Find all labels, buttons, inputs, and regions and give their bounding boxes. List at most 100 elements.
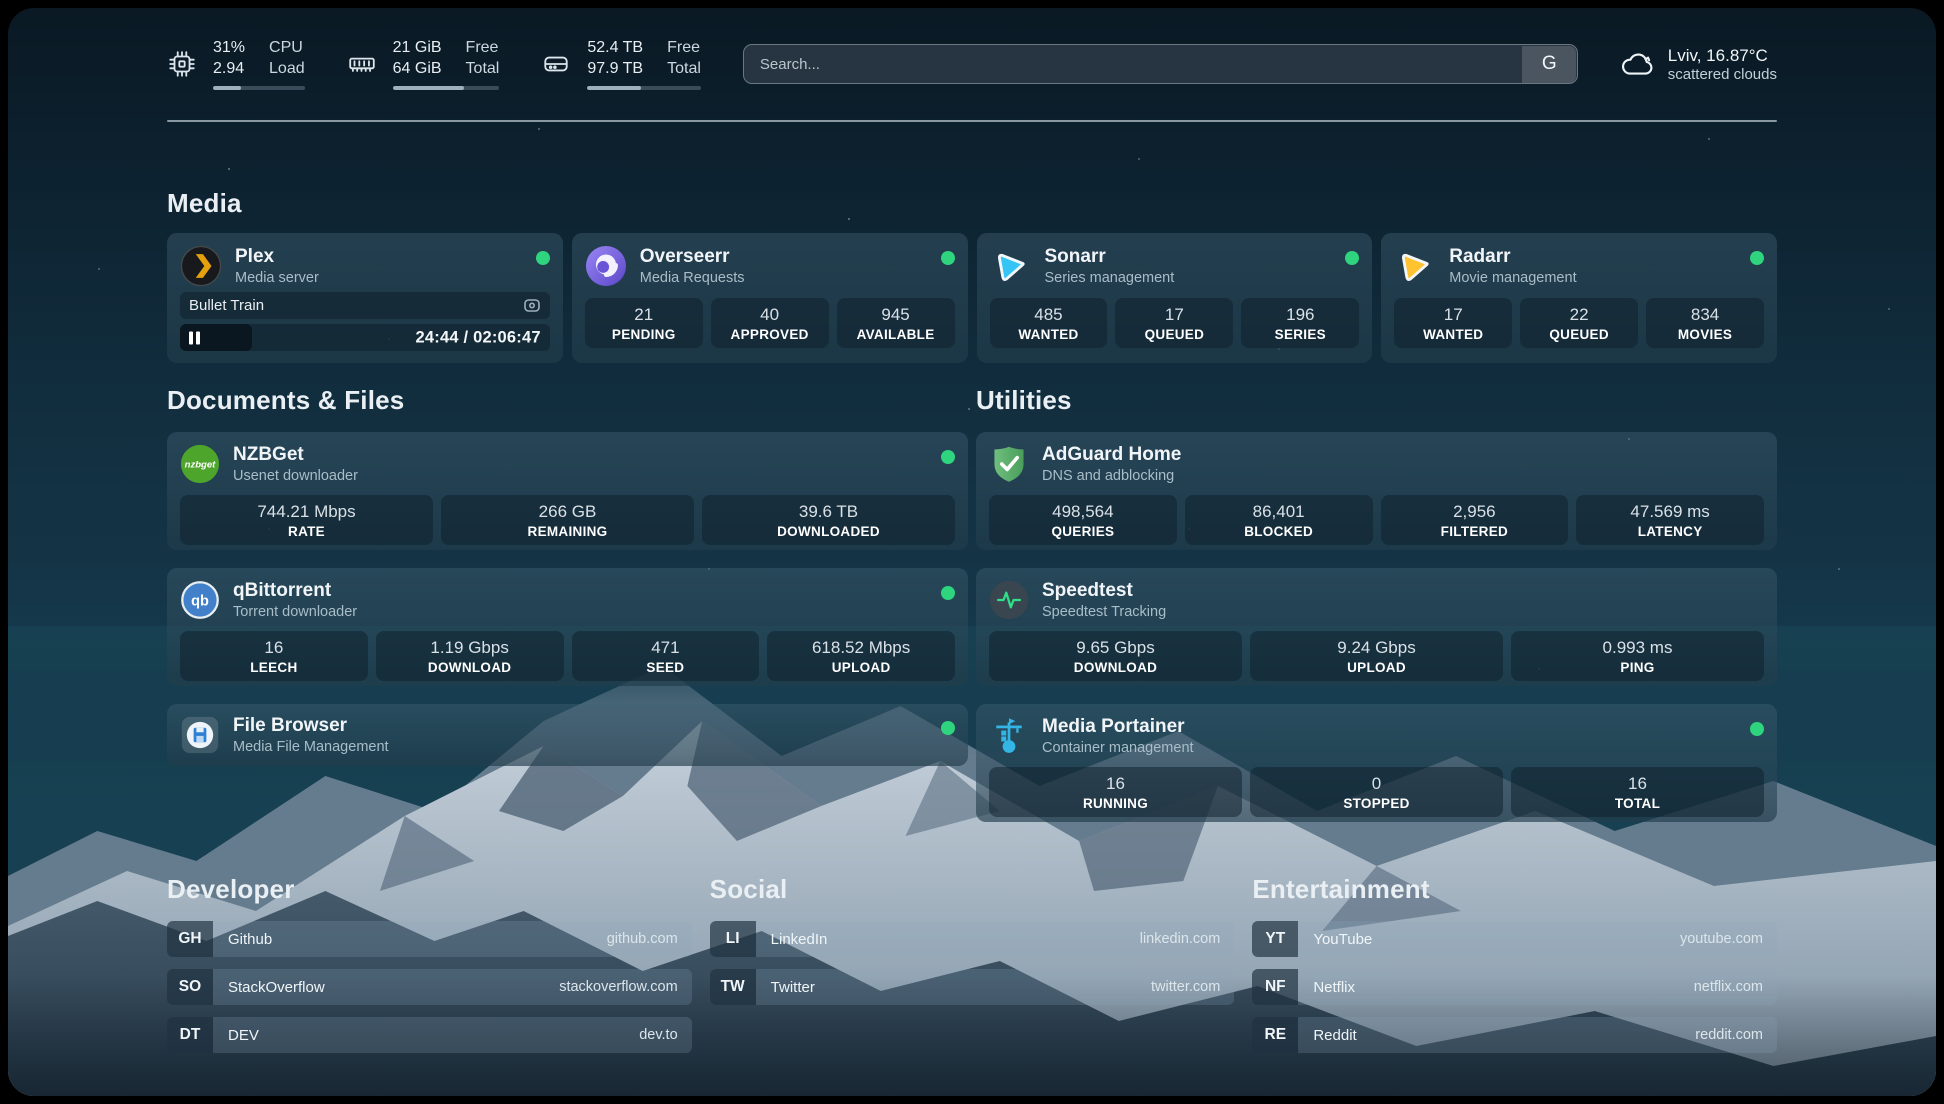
overseerr-stat-available: 945 AVAILABLE — [837, 298, 955, 348]
speedtest-title: Speedtest — [1042, 580, 1166, 602]
overseerr-card[interactable]: Overseerr Media Requests 21 PENDING 40 A… — [572, 233, 968, 363]
qbittorrent-stat-download: 1.19 Gbps DOWNLOAD — [376, 631, 564, 681]
radarr-stat-movies: 834 MOVIES — [1646, 298, 1764, 348]
adguard-card[interactable]: AdGuard Home DNS and adblocking 498,564 … — [976, 432, 1777, 550]
social-heading: Social — [710, 874, 1235, 905]
hardware-stats: 31% 2.94 CPU Load — [167, 38, 701, 90]
qbittorrent-card[interactable]: qb qBittorrent Torrent downloader 16 — [167, 568, 968, 686]
bookmark-twitter[interactable]: TW Twitter twitter.com — [710, 969, 1235, 1005]
overseerr-status-dot — [941, 251, 955, 265]
ram-icon — [347, 49, 377, 79]
nzbget-title: NZBGet — [233, 444, 358, 466]
developer-heading: Developer — [167, 874, 692, 905]
radarr-card[interactable]: Radarr Movie management 17 WANTED 22 QUE… — [1381, 233, 1777, 363]
cpu-icon — [167, 49, 197, 79]
radarr-stat-wanted: 17 WANTED — [1394, 298, 1512, 348]
disk-progress-bar — [587, 86, 701, 90]
plex-card[interactable]: Plex Media server Bullet Train — [167, 233, 563, 363]
search-input[interactable] — [743, 44, 1578, 84]
plex-now-playing-row: Bullet Train — [180, 292, 550, 319]
header-bar: 31% 2.94 CPU Load — [167, 38, 1777, 90]
section-entertainment: Entertainment YT YouTube youtube.com NF … — [1252, 874, 1777, 1053]
adguard-icon — [989, 444, 1029, 484]
disk-icon — [541, 49, 571, 79]
speedtest-subtitle: Speedtest Tracking — [1042, 604, 1166, 620]
section-social: Social LI LinkedIn linkedin.com TW Twitt… — [710, 874, 1235, 1053]
adguard-stat-latency: 47.569 ms LATENCY — [1576, 495, 1764, 545]
section-media: Media Plex Media server — [167, 188, 1777, 363]
svg-text:qb: qb — [191, 593, 209, 609]
bookmark-reddit[interactable]: RE Reddit reddit.com — [1252, 1017, 1777, 1053]
portainer-icon — [989, 716, 1029, 756]
qbittorrent-icon: qb — [180, 580, 220, 620]
qbittorrent-status-dot — [941, 586, 955, 600]
sonarr-stat-series: 196 SERIES — [1241, 298, 1359, 348]
pause-button[interactable] — [189, 331, 201, 344]
nzbget-stat-rate: 744.21 Mbps RATE — [180, 495, 433, 545]
qbittorrent-title: qBittorrent — [233, 580, 357, 602]
screen-icon — [523, 297, 541, 314]
now-playing-title: Bullet Train — [189, 297, 264, 314]
portainer-title: Media Portainer — [1042, 716, 1194, 738]
memory-label-top: Free — [466, 38, 500, 59]
adguard-subtitle: DNS and adblocking — [1042, 468, 1181, 484]
filebrowser-title: File Browser — [233, 715, 389, 737]
portainer-stat-running: 16 RUNNING — [989, 767, 1242, 817]
nzbget-subtitle: Usenet downloader — [233, 468, 358, 484]
plex-title: Plex — [235, 246, 319, 268]
radarr-title: Radarr — [1449, 246, 1576, 268]
bookmark-linkedin[interactable]: LI LinkedIn linkedin.com — [710, 921, 1235, 957]
overseerr-icon — [585, 245, 627, 287]
nzbget-stat-downloaded: 39.6 TB DOWNLOADED — [702, 495, 955, 545]
overseerr-title: Overseerr — [640, 246, 745, 268]
section-developer: Developer GH Github github.com SO StackO… — [167, 874, 692, 1053]
radarr-stat-queued: 22 QUEUED — [1520, 298, 1638, 348]
radarr-status-dot — [1750, 251, 1764, 265]
sonarr-status-dot — [1345, 251, 1359, 265]
plex-status-dot — [536, 251, 550, 265]
search-bar: G — [743, 44, 1578, 84]
cpu-stat: 31% 2.94 CPU Load — [167, 38, 305, 90]
cpu-usage-value: 31% — [213, 38, 245, 59]
section-utilities: Utilities AdGuard Home — [976, 385, 1777, 822]
bookmark-netflix[interactable]: NF Netflix netflix.com — [1252, 969, 1777, 1005]
bookmark-github[interactable]: GH Github github.com — [167, 921, 692, 957]
overseerr-stat-pending: 21 PENDING — [585, 298, 703, 348]
nzbget-stat-remaining: 266 GB REMAINING — [441, 495, 694, 545]
search-provider-button[interactable]: G — [1522, 46, 1576, 83]
cpu-progress-bar — [213, 86, 305, 90]
memory-free-value: 21 GiB — [393, 38, 442, 59]
weather-condition: scattered clouds — [1668, 66, 1777, 83]
bookmark-youtube[interactable]: YT YouTube youtube.com — [1252, 921, 1777, 957]
filebrowser-subtitle: Media File Management — [233, 739, 389, 755]
documents-heading: Documents & Files — [167, 385, 968, 416]
portainer-subtitle: Container management — [1042, 740, 1194, 756]
disk-label-top: Free — [667, 38, 701, 59]
speedtest-stat-download: 9.65 Gbps DOWNLOAD — [989, 631, 1242, 681]
sonarr-title: Sonarr — [1045, 246, 1175, 268]
radarr-subtitle: Movie management — [1449, 270, 1576, 286]
portainer-card[interactable]: Media Portainer Container management 16 … — [976, 704, 1777, 822]
plex-icon — [180, 245, 222, 287]
sonarr-subtitle: Series management — [1045, 270, 1175, 286]
header-divider — [167, 120, 1777, 122]
memory-stat: 21 GiB 64 GiB Free Total — [347, 38, 500, 90]
sonarr-icon — [990, 245, 1032, 287]
bookmark-stackoverflow[interactable]: SO StackOverflow stackoverflow.com — [167, 969, 692, 1005]
cpu-label-top: CPU — [269, 38, 305, 59]
plex-time: 24:44 / 02:06:47 — [416, 328, 541, 347]
weather-location-temp: Lviv, 16.87°C — [1668, 46, 1777, 66]
radarr-icon — [1394, 245, 1436, 287]
speedtest-card[interactable]: Speedtest Speedtest Tracking 9.65 Gbps D… — [976, 568, 1777, 686]
snow-specks — [8, 8, 10, 10]
adguard-stat-queries: 498,564 QUERIES — [989, 495, 1177, 545]
nzbget-card[interactable]: nzbget NZBGet Usenet downloader 744.21 M… — [167, 432, 968, 550]
svg-text:nzbget: nzbget — [185, 460, 217, 471]
speedtest-stat-upload: 9.24 Gbps UPLOAD — [1250, 631, 1503, 681]
filebrowser-status-dot — [941, 721, 955, 735]
portainer-stat-stopped: 0 STOPPED — [1250, 767, 1503, 817]
bookmark-dev[interactable]: DT DEV dev.to — [167, 1017, 692, 1053]
weather-widget: Lviv, 16.87°C scattered clouds — [1620, 46, 1777, 83]
sonarr-card[interactable]: Sonarr Series management 485 WANTED 17 Q… — [977, 233, 1373, 363]
filebrowser-card[interactable]: File Browser Media File Management — [167, 704, 968, 766]
